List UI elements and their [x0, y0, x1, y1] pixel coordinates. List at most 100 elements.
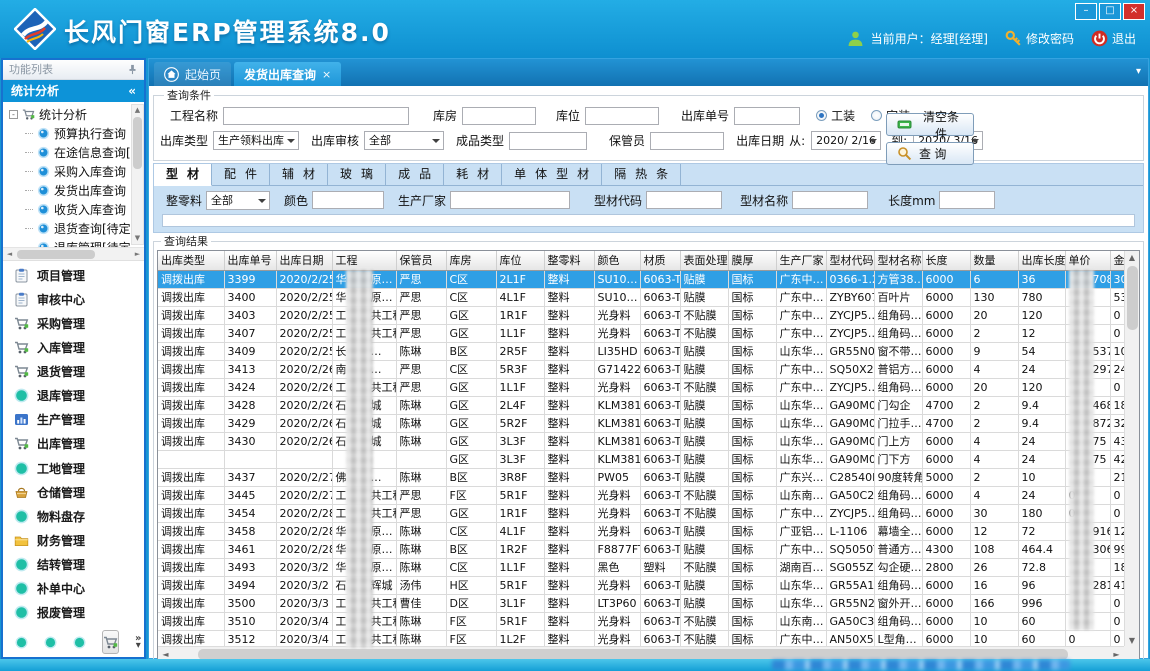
more-items-button[interactable]: » ▾	[135, 635, 141, 649]
column-header[interactable]: 库位	[496, 251, 544, 270]
table-row[interactable]: G区3L3F整料KLM38176063-T5贴膜国标山东华…GA90M09.门下…	[158, 450, 1128, 468]
tree-item[interactable]: 采购入库查询	[9, 162, 144, 181]
sidebar-item-财务管理[interactable]: 财务管理	[3, 529, 144, 551]
maximize-button[interactable]: □	[1099, 3, 1121, 20]
clear-conditions-button[interactable]: 清空条件	[886, 113, 974, 136]
sidebar-section-header[interactable]: 统计分析 «	[3, 80, 144, 102]
column-header[interactable]: 单价	[1065, 251, 1110, 270]
table-row[interactable]: 调拨出库34302020/2/26石城陈琳G区3L3F整料KLM38176063…	[158, 432, 1128, 450]
column-header[interactable]: 出库类型	[158, 251, 224, 270]
column-header[interactable]: 材质	[640, 251, 680, 270]
sidebar-item-结转管理[interactable]: 结转管理	[3, 554, 144, 576]
tree-root-statistics[interactable]: - 统计分析	[9, 105, 144, 124]
tree-item[interactable]: 在途信息查询[待	[9, 143, 144, 162]
location-input[interactable]	[585, 107, 659, 125]
sidebar-item-采购管理[interactable]: 采购管理	[3, 312, 144, 334]
tree-item[interactable]: 预算执行查询	[9, 124, 144, 143]
scrollbar-thumb[interactable]	[1127, 266, 1138, 330]
maker-input[interactable]	[450, 191, 570, 209]
table-row[interactable]: 调拨出库34452020/2/27工共工程严思F区5R1F整料光身料6063-T…	[158, 486, 1128, 504]
product-type-input[interactable]	[509, 132, 587, 150]
column-header[interactable]: 颜色	[594, 251, 640, 270]
material-tab-隔热条[interactable]: 隔热条	[602, 164, 681, 185]
column-header[interactable]: 膜厚	[728, 251, 776, 270]
whole-piece-select[interactable]: 全部	[206, 191, 270, 210]
column-header[interactable]: 工程	[332, 251, 396, 270]
tree-horizontal-scrollbar[interactable]: ◄ ►	[3, 248, 144, 261]
scroll-right-icon[interactable]: ►	[132, 249, 143, 260]
sidebar-item-出库管理[interactable]: 出库管理	[3, 433, 144, 455]
change-password-button[interactable]: 修改密码	[1005, 30, 1074, 47]
scroll-left-icon[interactable]: ◄	[4, 249, 15, 260]
table-row[interactable]: 调拨出库33992020/2/25华原…严思C区2L1F整料SU10…6063-…	[158, 270, 1128, 288]
column-header[interactable]: 出库长度	[1018, 251, 1065, 270]
audit-select[interactable]: 全部	[364, 131, 444, 150]
column-header[interactable]: 型材名称	[874, 251, 922, 270]
profile-name-input[interactable]	[792, 191, 868, 209]
table-row[interactable]: 调拨出库34072020/2/25工共工程严思G区1L1F整料光身料6063-T…	[158, 324, 1128, 342]
close-button[interactable]: ×	[1123, 3, 1145, 20]
out-type-select[interactable]: 生产领料出库	[213, 131, 299, 150]
keeper-input[interactable]	[650, 132, 724, 150]
sidebar-item-工地管理[interactable]: 工地管理	[3, 457, 144, 479]
tab-list-caret-icon[interactable]: ▾	[1136, 66, 1141, 77]
sidebar-item-补单中心[interactable]: 补单中心	[3, 578, 144, 600]
cart-footer-button[interactable]	[102, 630, 119, 654]
table-row[interactable]: 调拨出库35102020/3/4工共工程陈琳F区5R1F整料光身料6063-T5…	[158, 612, 1128, 630]
dot-icon[interactable]	[44, 636, 57, 649]
column-header[interactable]: 保管员	[396, 251, 446, 270]
table-row[interactable]: 调拨出库34002020/2/25华原…严思C区4L1F整料SU10…6063-…	[158, 288, 1128, 306]
tree-item[interactable]: 退库管理[待定	[9, 238, 144, 248]
table-row[interactable]: 调拨出库34032020/2/25工共工程严思G区1R1F整料光身料6063-T…	[158, 306, 1128, 324]
table-row[interactable]: 调拨出库35002020/3/3工共工程曹佳D区3L1F整料LT3P606063…	[158, 594, 1128, 612]
scroll-up-icon[interactable]: ▲	[1125, 251, 1139, 265]
logout-button[interactable]: 退出	[1091, 30, 1136, 47]
table-row[interactable]: 调拨出库34092020/2/25长…陈琳B区2R5F整料LI35HD6063-…	[158, 342, 1128, 360]
minimize-button[interactable]: –	[1075, 3, 1097, 20]
color-input[interactable]	[312, 191, 384, 209]
sidebar-item-审核中心[interactable]: 审核中心	[3, 288, 144, 310]
tree-item[interactable]: 发货出库查询	[9, 181, 144, 200]
table-row[interactable]: 调拨出库34932020/3/2华原…陈琳C区1L1F整料黑色塑料不贴膜国标湖南…	[158, 558, 1128, 576]
scroll-down-icon[interactable]: ▼	[132, 233, 143, 244]
material-tab-成品[interactable]: 成品	[386, 164, 444, 185]
project-name-input[interactable]	[223, 107, 409, 125]
table-row[interactable]: 调拨出库34612020/2/28华原…陈琳B区1R2F整料F8877FT606…	[158, 540, 1128, 558]
profile-code-input[interactable]	[646, 191, 722, 209]
sidebar-item-生产管理[interactable]: 生产管理	[3, 409, 144, 431]
column-header[interactable]: 表面处理	[680, 251, 728, 270]
material-tab-单体型材[interactable]: 单体型材	[502, 164, 602, 185]
column-header[interactable]: 库房	[446, 251, 496, 270]
column-header[interactable]: 出库单号	[224, 251, 276, 270]
table-row[interactable]: 调拨出库34242020/2/26工共工程严思G区1L1F整料光身料6063-T…	[158, 378, 1128, 396]
dot-icon[interactable]	[73, 636, 86, 649]
column-header[interactable]: 整零料	[544, 251, 594, 270]
column-header[interactable]: 长度	[922, 251, 970, 270]
column-header[interactable]: 数量	[970, 251, 1018, 270]
tab-close-icon[interactable]: ×	[322, 68, 331, 81]
warehouse-input[interactable]	[462, 107, 536, 125]
material-tab-配件[interactable]: 配件	[212, 164, 270, 185]
tree-item[interactable]: 退货查询[待定]	[9, 219, 144, 238]
table-row[interactable]: 调拨出库34292020/2/26石城陈琳G区5R2F整料KLM38176063…	[158, 414, 1128, 432]
column-header[interactable]: 型材代码	[826, 251, 874, 270]
date-from-select[interactable]: 2020/ 2/16	[811, 131, 881, 150]
column-header[interactable]: 出库日期	[276, 251, 332, 270]
length-input[interactable]	[939, 191, 995, 209]
sidebar-item-退货管理[interactable]: 退货管理	[3, 361, 144, 383]
sidebar-item-物料盘存[interactable]: 物料盘存	[3, 505, 144, 527]
sidebar-item-入库管理[interactable]: 入库管理	[3, 336, 144, 358]
tree-item[interactable]: 收货入库查询	[9, 200, 144, 219]
material-tab-型材[interactable]: 型材	[154, 164, 212, 186]
table-row[interactable]: 调拨出库34132020/2/26南…严思C区5R3F整料G714226063-…	[158, 360, 1128, 378]
search-button[interactable]: 查 询	[886, 142, 974, 165]
dot-icon[interactable]	[15, 636, 28, 649]
scrollbar-thumb[interactable]	[17, 250, 95, 259]
collapse-icon[interactable]: «	[128, 80, 136, 102]
tree-vertical-scrollbar[interactable]: ▲ ▼	[131, 104, 144, 245]
tab-shipping-outbound-query[interactable]: 发货出库查询 ×	[234, 62, 341, 86]
radio-gongzhuang[interactable]: 工装	[816, 107, 855, 124]
table-row[interactable]: 调拨出库34372020/2/27佛…陈琳B区3R8F整料PW056063-T5…	[158, 468, 1128, 486]
scroll-up-icon[interactable]: ▲	[132, 105, 143, 116]
tree-expander-icon[interactable]: -	[9, 110, 18, 119]
